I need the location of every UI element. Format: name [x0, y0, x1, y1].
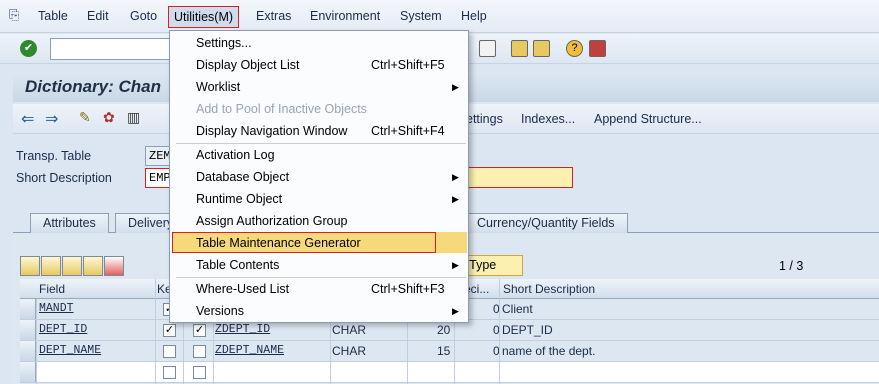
menu-item-table-maintenance-generator[interactable]: Table Maintenance Generator — [196, 236, 361, 250]
technical-settings-button[interactable]: ettings — [466, 112, 503, 126]
key-checkbox[interactable] — [163, 345, 176, 358]
key-checkbox[interactable]: ✓ — [163, 324, 176, 337]
length: 20 — [437, 323, 451, 337]
initial-checkbox[interactable] — [193, 366, 206, 379]
copy-icon[interactable] — [41, 256, 61, 276]
shortcut-display-object-list: Ctrl+Shift+F5 — [371, 58, 445, 72]
menu-table[interactable]: Table — [38, 9, 68, 23]
menu-goto[interactable]: Goto — [130, 9, 157, 23]
menu-edit[interactable]: Edit — [87, 9, 109, 23]
short-description-field-ext[interactable] — [466, 167, 573, 188]
delete-row-icon[interactable] — [104, 256, 124, 276]
cut-icon[interactable] — [20, 256, 40, 276]
submenu-arrow-icon: ▶ — [452, 172, 459, 182]
command-field[interactable] — [50, 38, 180, 60]
menu-extras[interactable]: Extras — [256, 9, 291, 23]
menu-utilities[interactable]: Utilities(M) — [168, 6, 240, 28]
layout-icon[interactable] — [511, 40, 528, 57]
menu-item-versions[interactable]: Versions — [196, 304, 244, 318]
settings-icon[interactable] — [589, 40, 606, 57]
short-description: name of the dept. — [502, 344, 596, 358]
window-icon[interactable]: ⎘ — [9, 7, 19, 23]
menu-item-settings[interactable]: Settings... — [196, 36, 252, 50]
table-row[interactable]: DEPT_ID ✓ ✓ ZDEPT_ID CHAR 20 0 DEPT_ID — [20, 320, 879, 341]
page-indicator: 1 / 3 — [779, 259, 804, 273]
submenu-arrow-icon: ▶ — [452, 306, 459, 316]
row-selector[interactable] — [20, 341, 36, 361]
data-element[interactable]: ZDEPT_NAME — [215, 344, 284, 357]
menu-help[interactable]: Help — [461, 9, 487, 23]
menu-item-add-to-pool: Add to Pool of Inactive Objects — [196, 102, 367, 116]
col-field: Field — [39, 282, 66, 296]
page-title: Dictionary: Chan — [25, 77, 162, 96]
object-icon[interactable]: ▥ — [127, 109, 140, 126]
enter-check-icon[interactable]: ✔ — [20, 40, 37, 57]
tab-currency-quantity[interactable]: Currency/Quantity Fields — [464, 213, 628, 233]
menu-item-where-used-list[interactable]: Where-Used List — [196, 282, 289, 296]
col-short-description: Short Description — [503, 282, 596, 296]
activate-icon[interactable]: ✿ — [103, 109, 115, 126]
menu-item-runtime-object[interactable]: Runtime Object — [196, 192, 282, 206]
short-description-label: Short Description — [16, 171, 112, 185]
create-shortcut-icon[interactable] — [479, 40, 496, 57]
append-structure-button[interactable]: Append Structure... — [594, 112, 702, 126]
menu-item-table-contents[interactable]: Table Contents — [196, 258, 279, 272]
shortcut-where-used-list: Ctrl+Shift+F3 — [371, 282, 445, 296]
data-element[interactable]: ZDEPT_ID — [215, 323, 270, 336]
menu-bar: ⎘ Table Edit Goto Utilities(M) Extras En… — [0, 0, 879, 33]
menu-item-activation-log[interactable]: Activation Log — [196, 148, 275, 162]
menu-item-display-object-list[interactable]: Display Object List — [196, 58, 300, 72]
submenu-arrow-icon: ▶ — [452, 194, 459, 204]
menu-item-display-navigation-window[interactable]: Display Navigation Window — [196, 124, 347, 138]
row-selector[interactable] — [20, 320, 36, 340]
edit-pencil-icon[interactable]: ✎ — [79, 109, 91, 126]
help-icon[interactable]: ? — [566, 40, 583, 57]
short-description: DEPT_ID — [502, 323, 553, 337]
indexes-button[interactable]: Indexes... — [521, 112, 575, 126]
shortcut-display-navigation-window: Ctrl+Shift+F4 — [371, 124, 445, 138]
submenu-arrow-icon: ▶ — [452, 260, 459, 270]
tab-delivery[interactable]: Delivery — [115, 213, 175, 233]
transp-table-label: Transp. Table — [16, 149, 92, 163]
menu-separator — [176, 277, 466, 278]
paste-icon[interactable] — [62, 256, 82, 276]
back-arrow-icon[interactable]: ⇐ — [21, 109, 34, 129]
menu-system[interactable]: System — [400, 9, 442, 23]
menu-environment[interactable]: Environment — [310, 9, 380, 23]
tab-attributes[interactable]: Attributes — [30, 213, 109, 233]
menu-item-assign-authorization-group[interactable]: Assign Authorization Group — [196, 214, 347, 228]
data-type: CHAR — [332, 344, 367, 358]
initial-checkbox[interactable] — [193, 345, 206, 358]
field-name[interactable]: DEPT_NAME — [39, 344, 101, 357]
initial-checkbox[interactable]: ✓ — [193, 324, 206, 337]
key-checkbox[interactable] — [163, 366, 176, 379]
submenu-arrow-icon: ▶ — [452, 82, 459, 92]
length: 15 — [437, 344, 451, 358]
row-selector[interactable] — [20, 299, 36, 319]
data-type: CHAR — [332, 323, 367, 337]
table-row[interactable]: DEPT_NAME ZDEPT_NAME CHAR 15 0 name of t… — [20, 341, 879, 362]
customize-icon[interactable] — [533, 40, 550, 57]
field-name[interactable]: MANDT — [39, 302, 74, 315]
insert-row-icon[interactable] — [83, 256, 103, 276]
table-row[interactable] — [20, 362, 879, 383]
menu-item-worklist[interactable]: Worklist — [196, 80, 240, 94]
short-description: Client — [502, 302, 533, 316]
menu-separator — [176, 143, 466, 144]
row-selector[interactable] — [20, 362, 36, 382]
menu-item-database-object[interactable]: Database Object — [196, 170, 289, 184]
field-name[interactable]: DEPT_ID — [39, 323, 87, 336]
forward-arrow-icon[interactable]: ⇒ — [45, 109, 58, 129]
